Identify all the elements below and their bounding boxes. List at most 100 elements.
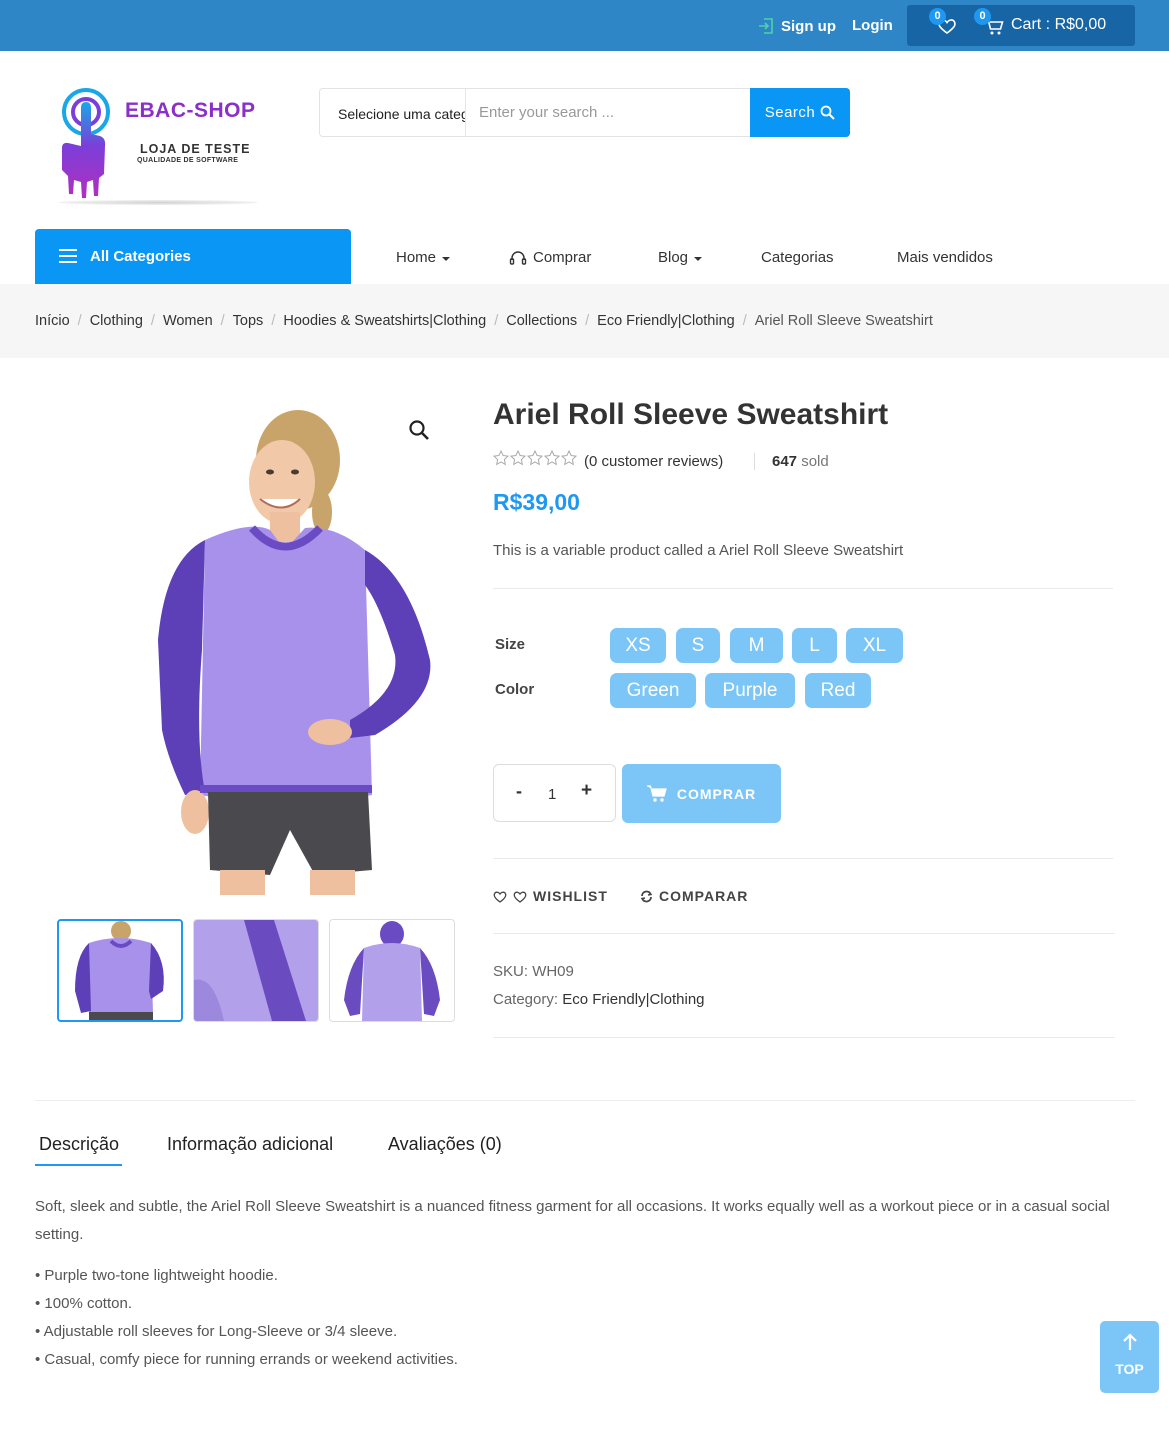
breadcrumb: Início / Clothing / Women / Tops / Hoodies &… (35, 313, 933, 329)
breadcrumb-item[interactable]: Eco Friendly|Clothing (597, 313, 735, 329)
tab-informacao-adicional[interactable]: Informação adicional (167, 1134, 333, 1155)
size-option-xs[interactable]: XS (610, 628, 666, 663)
nav-item-mais-vendidos[interactable]: Mais vendidos (897, 249, 993, 266)
tab-avaliacoes[interactable]: Avaliações (0) (388, 1134, 502, 1155)
pointing-hand-logo-icon (62, 88, 110, 198)
search-bar: Selecione uma categoria Search (319, 88, 850, 137)
list-item: • 100% cotton. (35, 1295, 132, 1312)
search-button[interactable]: Search (750, 88, 850, 137)
logo-subtagline: QUALIDADE DE SOFTWARE (137, 157, 239, 164)
nav-item-comprar[interactable]: Comprar (509, 249, 591, 266)
sold-count: 647 sold (754, 453, 829, 470)
quantity-decrease-button[interactable]: - (516, 781, 522, 802)
add-to-cart-label: COMPRAR (676, 785, 757, 802)
color-label: Color (495, 681, 535, 698)
product-price: R$39,00 (493, 489, 580, 515)
star-empty-icon (510, 450, 526, 466)
tab-descricao[interactable]: Descrição (35, 1134, 123, 1166)
compare-button[interactable]: COMPARAR (640, 888, 748, 904)
reviews-link[interactable]: (0 customer reviews) (584, 453, 723, 470)
wishlist-label: WISHLIST (533, 888, 608, 904)
product-main-image[interactable] (110, 400, 450, 895)
divider (493, 588, 1113, 589)
search-icon (820, 105, 835, 120)
color-option-red[interactable]: Red (805, 673, 871, 708)
search-button-label: Search (764, 104, 816, 121)
divider (493, 1037, 1115, 1038)
category-link[interactable]: Eco Friendly|Clothing (562, 991, 704, 1008)
nav-blog-label: Blog (658, 249, 689, 266)
size-option-l[interactable]: L (792, 628, 837, 663)
divider (493, 933, 1115, 934)
quantity-input[interactable]: 1 (548, 786, 556, 803)
breadcrumb-item[interactable]: Início (35, 313, 70, 329)
breadcrumb-item[interactable]: Collections (506, 313, 577, 329)
size-option-s[interactable]: S (676, 628, 720, 663)
size-option-m[interactable]: M (730, 628, 783, 663)
star-empty-icon (544, 450, 560, 466)
refresh-icon (640, 890, 653, 902)
nav-comprar-label: Comprar (533, 249, 592, 266)
heart-outline-icon (513, 891, 527, 903)
cart-total[interactable]: Cart : R$0,00 (1011, 16, 1106, 34)
star-empty-icon (561, 450, 577, 466)
list-item: • Casual, comfy piece for running errand… (35, 1351, 458, 1368)
arrow-up-icon (1123, 1333, 1137, 1350)
size-label: Size (495, 636, 526, 653)
caret-down-icon (442, 256, 451, 261)
size-option-xl[interactable]: XL (846, 628, 903, 663)
compare-label: COMPARAR (659, 888, 749, 904)
breadcrumb-item[interactable]: Hoodies & Sweatshirts|Clothing (283, 313, 486, 329)
logo-tagline: LOJA DE TESTE (140, 142, 251, 156)
breadcrumb-separator: / (742, 313, 747, 329)
breadcrumb-separator: / (271, 313, 276, 329)
short-description: This is a variable product called a Arie… (493, 542, 904, 559)
wishlist-button[interactable]: WISHLIST (493, 888, 608, 904)
sign-in-icon (759, 18, 773, 34)
rating-stars (493, 450, 577, 466)
product-sku: SKU: WH09 (493, 963, 574, 980)
cart-count-badge: 0 (974, 8, 991, 25)
heart-outline-icon (493, 891, 507, 903)
breadcrumb-item[interactable]: Clothing (90, 313, 143, 329)
category-label: Category: (493, 991, 559, 1008)
product-thumbnail-front[interactable] (57, 919, 183, 1022)
sku-label: SKU: (493, 963, 529, 980)
color-option-green[interactable]: Green (610, 673, 696, 708)
star-empty-icon (527, 450, 543, 466)
sku-value: WH09 (532, 963, 574, 980)
quantity-increase-button[interactable]: + (581, 780, 592, 802)
breadcrumb-item[interactable]: Women (163, 313, 213, 329)
scroll-to-top-label: TOP (1115, 1361, 1144, 1377)
cart-icon (646, 785, 667, 802)
nav-item-home[interactable]: Home (396, 249, 451, 266)
all-categories-button[interactable]: All Categories (35, 229, 351, 284)
product-thumbnail-back[interactable] (329, 919, 455, 1022)
breadcrumb-current: Ariel Roll Sleeve Sweatshirt (754, 313, 933, 329)
divider (493, 858, 1113, 859)
product-thumbnail-sleeve[interactable] (193, 919, 319, 1022)
nav-categorias-label: Categorias (761, 249, 834, 266)
breadcrumb-item[interactable]: Tops (233, 313, 264, 329)
color-option-purple[interactable]: Purple (705, 673, 795, 708)
scroll-to-top-button[interactable]: TOP (1100, 1321, 1159, 1393)
description-bullets: • Purple two-tone lightweight hoodie. • … (35, 1262, 458, 1374)
search-input[interactable] (467, 90, 749, 135)
add-to-cart-button[interactable]: COMPRAR (622, 764, 781, 823)
product-title: Ariel Roll Sleeve Sweatshirt (493, 398, 889, 431)
nav-item-categorias[interactable]: Categorias (761, 249, 834, 266)
breadcrumb-separator: / (77, 313, 82, 329)
tabs-divider (35, 1100, 1135, 1101)
description-text: Soft, sleek and subtle, the Ariel Roll S… (35, 1198, 1110, 1243)
category-select[interactable]: Selecione uma categoria (320, 89, 466, 136)
zoom-icon[interactable] (407, 418, 431, 442)
sold-label: sold (801, 453, 829, 470)
nav-item-blog[interactable]: Blog (658, 249, 703, 266)
signup-link[interactable]: Sign up (757, 14, 836, 38)
login-link[interactable]: Login (852, 17, 893, 34)
logo-shadow (58, 200, 258, 205)
site-logo[interactable]: EBAC-SHOP LOJA DE TESTE QUALIDADE DE SOF… (48, 82, 268, 210)
breadcrumb-separator: / (494, 313, 499, 329)
nav-home-label: Home (396, 249, 437, 266)
cart-box[interactable]: 0 0 Cart : R$0,00 (907, 5, 1135, 46)
